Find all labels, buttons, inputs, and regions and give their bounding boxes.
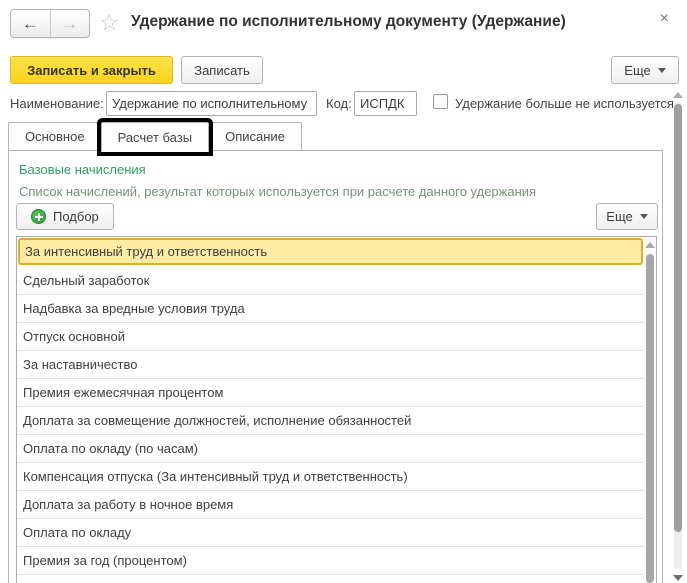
section-subtitle: Список начислений, результат которых исп… <box>19 184 536 199</box>
scroll-up-icon[interactable] <box>645 242 655 248</box>
list-scrollbar[interactable] <box>644 237 656 583</box>
name-input[interactable] <box>106 91 317 116</box>
tab-main[interactable]: Основное <box>8 122 102 151</box>
list-item[interactable]: За интенсивный труд и ответственность <box>18 238 643 265</box>
code-field-label: Код: <box>326 96 352 111</box>
save-and-close-label: Записать и закрыть <box>27 63 156 78</box>
back-button[interactable]: ← <box>11 10 51 37</box>
base-calculation-panel: Базовые начисления Список начислений, ре… <box>8 150 663 583</box>
deduction-not-used-checkbox[interactable] <box>433 94 448 109</box>
chevron-down-icon <box>640 214 648 219</box>
back-arrow-icon: ← <box>22 14 39 34</box>
list-rows: За интенсивный труд и ответственностьСде… <box>17 237 644 583</box>
more-button-list[interactable]: Еще <box>596 203 658 230</box>
more-button-top[interactable]: Еще <box>611 56 679 84</box>
close-icon[interactable]: × <box>660 9 669 29</box>
list-item[interactable]: За наставничество <box>17 351 644 379</box>
pick-button[interactable]: Подбор <box>16 203 114 230</box>
tab-base-calculation[interactable]: Расчет базы <box>101 122 210 152</box>
more-label: Еще <box>606 209 632 224</box>
list-item[interactable]: Отпуск основной <box>17 323 644 351</box>
base-accruals-list: За интенсивный труд и ответственностьСде… <box>16 236 657 583</box>
history-nav-group: ← → <box>10 9 90 38</box>
code-input[interactable] <box>354 91 417 116</box>
favorite-star-icon[interactable]: ☆ <box>99 8 120 36</box>
forward-arrow-icon: → <box>61 14 78 34</box>
window-scrollbar-thumb[interactable] <box>674 104 682 532</box>
add-plus-icon <box>31 209 46 224</box>
list-item[interactable]: Доплата за совмещение должностей, исполн… <box>17 407 644 435</box>
list-item[interactable]: Премия ежемесячная процентом <box>17 379 644 407</box>
chevron-down-icon <box>658 68 666 73</box>
deduction-form-window: ← → ☆ Удержание по исполнительному докум… <box>0 0 687 583</box>
tab-description[interactable]: Описание <box>208 122 302 151</box>
list-item[interactable]: Компенсация отпуска (За интенсивный труд… <box>17 463 644 491</box>
form-tabs: Основное Расчет базы Описание <box>8 122 301 151</box>
window-title: Удержание по исполнительному документу (… <box>131 13 566 31</box>
list-item[interactable]: Надбавка за вредные условия труда <box>17 295 644 323</box>
pick-label: Подбор <box>53 209 99 224</box>
more-label: Еще <box>624 63 650 78</box>
scroll-down-icon[interactable] <box>673 575 683 581</box>
forward-button[interactable]: → <box>51 10 90 37</box>
save-button[interactable]: Записать <box>181 56 263 84</box>
window-scrollbar[interactable] <box>672 90 684 583</box>
section-title: Базовые начисления <box>19 162 146 177</box>
list-scrollbar-thumb[interactable] <box>646 254 654 583</box>
list-item[interactable]: Сдельный заработок <box>17 267 644 295</box>
deduction-not-used-label: Удержание больше не используется <box>455 96 674 111</box>
list-item[interactable]: Премия за год (процентом) <box>17 547 644 575</box>
save-and-close-button[interactable]: Записать и закрыть <box>10 56 173 84</box>
scroll-up-icon[interactable] <box>673 92 683 98</box>
save-label: Записать <box>194 63 250 78</box>
list-item[interactable]: Оплата по окладу <box>17 519 644 547</box>
list-item[interactable]: Оплата по окладу (по часам) <box>17 435 644 463</box>
list-item[interactable]: Доплата за работу в ночное время <box>17 491 644 519</box>
name-field-label: Наименование: <box>10 96 104 111</box>
